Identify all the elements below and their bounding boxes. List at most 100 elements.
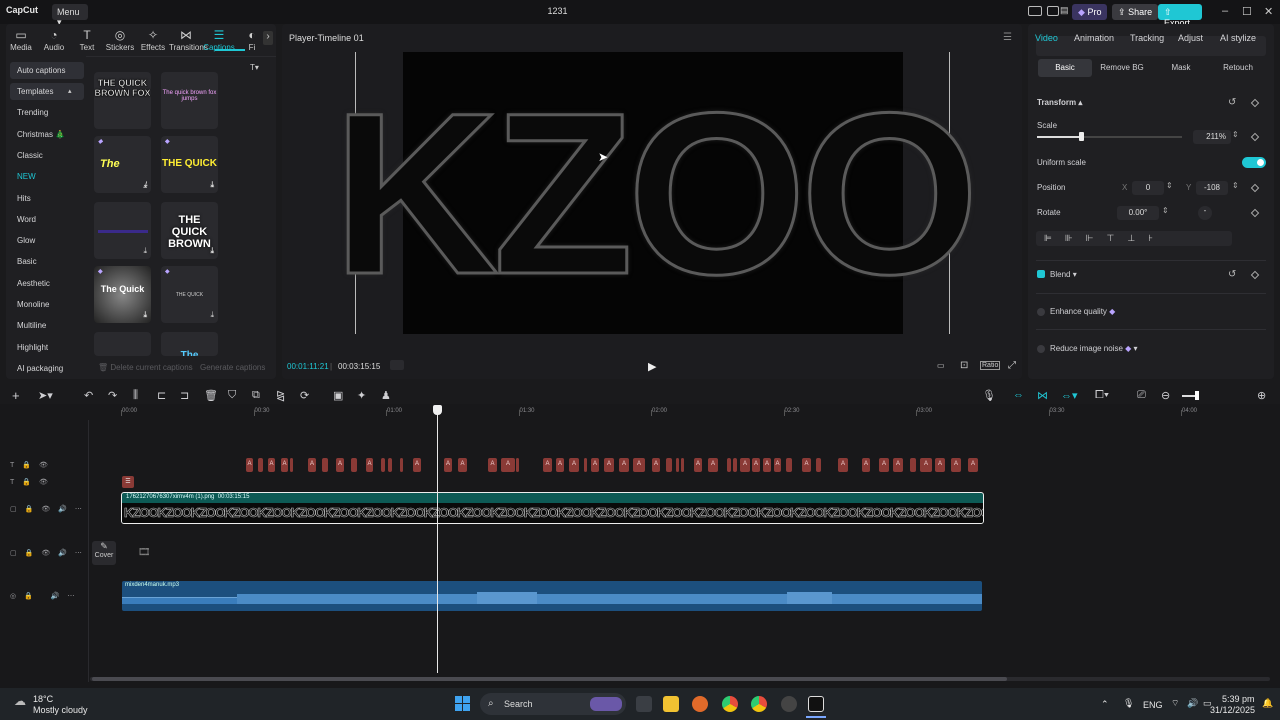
- select-tool-icon[interactable]: ➤▾: [38, 389, 53, 402]
- inspector-tab-video[interactable]: Video: [1035, 33, 1058, 43]
- transform-label[interactable]: Transform ▴: [1037, 98, 1082, 107]
- timeline-scrollbar-thumb[interactable]: [92, 677, 1007, 681]
- tab-media[interactable]: ▭ Media: [4, 28, 38, 52]
- caption-clip[interactable]: [351, 458, 357, 472]
- add-icon[interactable]: +: [12, 388, 20, 403]
- caption-clip[interactable]: A: [569, 458, 579, 472]
- subtab-basic[interactable]: Basic: [1038, 59, 1092, 77]
- caption-clip[interactable]: A: [444, 458, 452, 472]
- blend-reset-icon[interactable]: ↺: [1228, 269, 1236, 280]
- caption-template-tile[interactable]: THE QUICK ⤓ ◆: [161, 266, 218, 323]
- caption-clip[interactable]: [786, 458, 792, 472]
- timeline-area[interactable]: [0, 404, 1280, 688]
- caption-icon[interactable]: ⎚: [1137, 389, 1146, 402]
- weather-temp[interactable]: 18°C: [33, 694, 53, 704]
- export-button[interactable]: ⇧ Export: [1158, 4, 1202, 28]
- screenshot-icon[interactable]: ⊡: [960, 360, 968, 371]
- tab-text[interactable]: T Text: [70, 28, 104, 52]
- caption-template-tile[interactable]: The ⤓ ◆: [94, 136, 151, 193]
- caption-clip[interactable]: [290, 458, 293, 472]
- zoom-in-icon[interactable]: ⊕: [1257, 389, 1266, 402]
- caption-clip[interactable]: [258, 458, 263, 472]
- split-right-icon[interactable]: ⊐: [180, 389, 189, 402]
- magnet-icon[interactable]: ⋈: [1037, 389, 1048, 402]
- settings-icon[interactable]: ▤: [1060, 5, 1069, 16]
- notification-icon[interactable]: 🔔: [1262, 698, 1273, 709]
- player-menu-icon[interactable]: ☰: [1003, 32, 1012, 43]
- play-icon[interactable]: ▶: [648, 360, 656, 373]
- caption-template-tile[interactable]: The Quick ⤓ ◆: [94, 266, 151, 323]
- category-8[interactable]: Glow: [10, 232, 84, 249]
- preview-axis-icon[interactable]: ⧠▾: [1095, 389, 1109, 402]
- zoom-out-icon[interactable]: ⊖: [1161, 389, 1170, 402]
- caption-template-tile[interactable]: The: [161, 332, 218, 356]
- chrome-icon[interactable]: [722, 696, 738, 712]
- x-stepper-icon[interactable]: ⇕: [1166, 181, 1173, 190]
- scale-field[interactable]: 211%: [1193, 130, 1231, 144]
- inspector-tab-tracking[interactable]: Tracking: [1130, 33, 1164, 43]
- filter-icon[interactable]: T▾: [250, 63, 259, 72]
- caption-clip[interactable]: A: [752, 458, 760, 472]
- chevron-right-icon[interactable]: ›: [263, 31, 273, 45]
- category-6[interactable]: Hits: [10, 190, 84, 207]
- caption-clip[interactable]: A: [802, 458, 811, 472]
- caption-clip-small[interactable]: ☰: [122, 476, 134, 488]
- category-1[interactable]: Templates: [10, 83, 84, 100]
- caption-clip[interactable]: A: [862, 458, 870, 472]
- caption-clip[interactable]: A: [652, 458, 660, 472]
- microphone-icon[interactable]: 🎙: [982, 389, 996, 402]
- category-4[interactable]: Classic: [10, 147, 84, 164]
- volume-icon[interactable]: 🔊: [1187, 698, 1198, 709]
- category-9[interactable]: Basic: [10, 253, 84, 270]
- caption-template-tile[interactable]: THE QUICK BROWN FOX: [94, 72, 151, 129]
- caption-clip[interactable]: A: [838, 458, 848, 472]
- scale-stepper-icon[interactable]: ⇕: [1232, 130, 1239, 139]
- inspector-tab-adjust[interactable]: Adjust: [1178, 33, 1203, 43]
- caption-clip[interactable]: A: [694, 458, 702, 472]
- caption-clip[interactable]: A: [968, 458, 978, 472]
- download-icon[interactable]: ⤓: [143, 180, 147, 190]
- playhead-handle[interactable]: [433, 405, 442, 415]
- caption-clip[interactable]: [322, 458, 328, 472]
- caption-template-tile[interactable]: [94, 332, 151, 356]
- file-explorer-icon[interactable]: [663, 696, 679, 712]
- caption-clip[interactable]: A: [893, 458, 903, 472]
- download-icon[interactable]: ⤓: [210, 246, 214, 256]
- share-button[interactable]: ⇪ Share: [1112, 4, 1159, 20]
- rotate-icon[interactable]: ⟳: [300, 389, 309, 402]
- link-main-track-icon[interactable]: ⇔: [1013, 389, 1024, 401]
- clock-time[interactable]: 5:39 pm: [1222, 694, 1255, 704]
- crop-icon[interactable]: ⧉: [252, 389, 260, 402]
- task-view-icon[interactable]: [636, 696, 652, 712]
- tray-chevron-icon[interactable]: ⌃: [1101, 699, 1109, 710]
- fullscreen-icon[interactable]: ⤢: [1008, 360, 1016, 371]
- category-5[interactable]: NEW: [10, 168, 84, 185]
- x-field[interactable]: 0: [1132, 181, 1164, 195]
- brave-icon[interactable]: [692, 696, 708, 712]
- caption-clip[interactable]: A: [633, 458, 645, 472]
- rotate-dial[interactable]: -: [1198, 206, 1212, 220]
- caption-clip[interactable]: A: [366, 458, 373, 472]
- category-3[interactable]: Christmas 🎄: [10, 126, 84, 143]
- y-field[interactable]: -108: [1196, 181, 1228, 195]
- rotate-stepper-icon[interactable]: ⇕: [1162, 206, 1169, 215]
- category-12[interactable]: Multiline: [10, 317, 84, 334]
- scale-slider-handle[interactable]: [1078, 132, 1084, 141]
- split-icon[interactable]: ⫼: [133, 389, 138, 402]
- align-icons[interactable]: ⊫⊪⊩⊤⊥⊦: [1044, 233, 1166, 244]
- wifi-icon[interactable]: ⌔: [1171, 698, 1179, 709]
- caption-clip[interactable]: A: [458, 458, 467, 472]
- playhead[interactable]: [437, 405, 438, 673]
- mark-icon[interactable]: ⛉: [228, 389, 236, 402]
- undo-icon[interactable]: ↶: [84, 389, 93, 402]
- split-left-icon[interactable]: ⊏: [157, 389, 166, 402]
- enhance-checkbox[interactable]: [1037, 308, 1045, 316]
- magic-icon[interactable]: ✦: [357, 389, 366, 402]
- download-icon[interactable]: ⤓: [210, 310, 214, 320]
- caption-clip[interactable]: [733, 458, 737, 472]
- video-track-controls[interactable]: ▢🔒👁🔊⋯: [10, 505, 90, 513]
- weather-desc[interactable]: Mostly cloudy: [33, 705, 88, 715]
- caption-clip[interactable]: [727, 458, 731, 472]
- audio-track-controls[interactable]: ◎🔒 🔊⋯: [10, 592, 82, 600]
- caption-clip[interactable]: [388, 458, 392, 472]
